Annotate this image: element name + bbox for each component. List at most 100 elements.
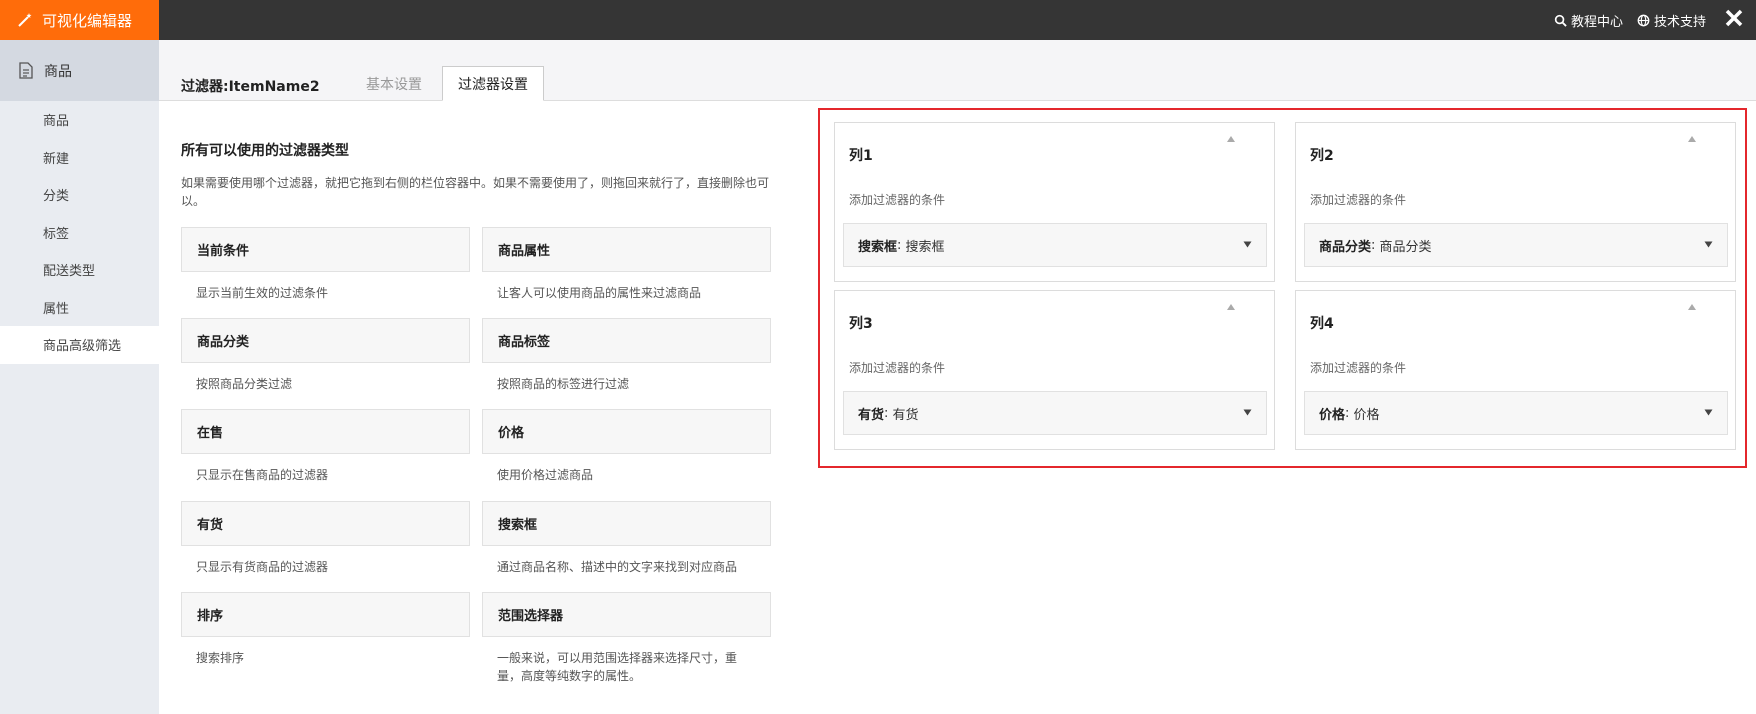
filter-widget-product-category[interactable]: 商品分类 按照商品分类过滤 bbox=[181, 318, 470, 393]
widget-title[interactable]: 商品分类 bbox=[181, 318, 470, 363]
collapse-arrow-icon[interactable] bbox=[1226, 135, 1236, 143]
column-title: 列2 bbox=[1310, 148, 1334, 164]
column-2: 列2 添加过滤器的条件 商品分类: 商品分类 bbox=[1295, 122, 1736, 282]
tutorial-link[interactable]: 教程中心 bbox=[1554, 11, 1623, 30]
columns-container-highlight: 列1 添加过滤器的条件 搜索框: 搜索框 列2 添加过滤器的条件 商品分类: 商… bbox=[818, 108, 1747, 468]
sidebar-item-label: 商品高级筛选 bbox=[43, 339, 122, 355]
separator: : bbox=[897, 237, 906, 253]
widget-description: 按照商品的标签进行过滤 bbox=[497, 377, 630, 391]
separator: : bbox=[1371, 237, 1380, 253]
sidebar-item-products[interactable]: 商品 bbox=[0, 101, 159, 139]
support-link-label: 技术支持 bbox=[1653, 14, 1706, 30]
sidebar-item-label: 分类 bbox=[43, 189, 70, 205]
sidebar-item-tags[interactable]: 标签 bbox=[0, 214, 159, 252]
widget-description: 一般来说，可以用范围选择器来选择尺寸，重量，高度等纯数字的属性。 bbox=[497, 651, 738, 683]
sidebar-item-categories[interactable]: 分类 bbox=[0, 176, 159, 214]
widget-title[interactable]: 当前条件 bbox=[181, 227, 470, 272]
sidebar: 商品 商品 新建 分类 标签 配送类型 属性 商品高级筛选 bbox=[0, 40, 159, 714]
tab-filter-settings[interactable]: 过滤器设置 bbox=[442, 66, 544, 101]
separator: : bbox=[1345, 405, 1354, 421]
column-filter-item[interactable]: 价格: 价格 bbox=[1304, 391, 1728, 435]
filter-widget-on-sale[interactable]: 在售 只显示在售商品的过滤器 bbox=[181, 409, 470, 484]
widget-description: 使用价格过滤商品 bbox=[497, 468, 594, 482]
widget-title[interactable]: 排序 bbox=[181, 592, 470, 637]
filter-widget-product-attributes[interactable]: 商品属性 让客人可以使用商品的属性来过滤商品 bbox=[482, 227, 771, 302]
sidebar-item-label: 标签 bbox=[43, 226, 70, 242]
column-1: 列1 添加过滤器的条件 搜索框: 搜索框 bbox=[834, 122, 1275, 282]
page-title: 过滤器:ItemName2 bbox=[181, 79, 320, 95]
widget-title[interactable]: 在售 bbox=[181, 409, 470, 454]
column-hint: 添加过滤器的条件 bbox=[849, 361, 946, 375]
column-3: 列3 添加过滤器的条件 有货: 有货 bbox=[834, 290, 1275, 450]
collapse-arrow-icon[interactable] bbox=[1687, 303, 1697, 311]
column-4: 列4 添加过滤器的条件 价格: 价格 bbox=[1295, 290, 1736, 450]
sidebar-section-products[interactable]: 商品 bbox=[0, 40, 159, 101]
magic-wand-icon bbox=[18, 13, 32, 27]
chevron-down-icon[interactable] bbox=[1704, 409, 1713, 416]
chevron-down-icon[interactable] bbox=[1243, 409, 1252, 416]
widget-title[interactable]: 商品属性 bbox=[482, 227, 771, 272]
sidebar-item-new[interactable]: 新建 bbox=[0, 139, 159, 177]
sidebar-item-label: 配送类型 bbox=[43, 264, 96, 280]
sidebar-item-advanced-filter[interactable]: 商品高级筛选 bbox=[0, 326, 159, 364]
column-filter-item[interactable]: 商品分类: 商品分类 bbox=[1304, 223, 1728, 267]
widget-description: 搜索排序 bbox=[196, 651, 245, 665]
filter-item-value: 价格 bbox=[1353, 407, 1380, 423]
tab-basic-settings[interactable]: 基本设置 bbox=[351, 66, 437, 101]
sidebar-item-label: 属性 bbox=[43, 301, 70, 317]
filter-widget-in-stock[interactable]: 有货 只显示有货商品的过滤器 bbox=[181, 501, 470, 576]
tab-label: 过滤器设置 bbox=[458, 76, 528, 93]
available-filters-title: 所有可以使用的过滤器类型 bbox=[181, 143, 349, 159]
sidebar-item-label: 新建 bbox=[43, 151, 70, 167]
chevron-down-icon[interactable] bbox=[1243, 241, 1252, 248]
column-hint: 添加过滤器的条件 bbox=[849, 193, 946, 207]
filter-item-value: 搜索框 bbox=[905, 239, 945, 255]
widget-description: 按照商品分类过滤 bbox=[196, 377, 293, 391]
sidebar-item-shipping-types[interactable]: 配送类型 bbox=[0, 251, 159, 289]
widget-title[interactable]: 商品标签 bbox=[482, 318, 771, 363]
column-filter-item[interactable]: 搜索框: 搜索框 bbox=[843, 223, 1267, 267]
support-link[interactable]: 技术支持 bbox=[1637, 11, 1706, 30]
filter-widget-search-box[interactable]: 搜索框 通过商品名称、描述中的文字来找到对应商品 bbox=[482, 501, 771, 576]
column-hint: 添加过滤器的条件 bbox=[1310, 193, 1407, 207]
separator: : bbox=[884, 405, 893, 421]
filter-item-value: 商品分类 bbox=[1379, 239, 1432, 255]
widget-description: 只显示有货商品的过滤器 bbox=[196, 560, 329, 574]
filter-widget-price[interactable]: 价格 使用价格过滤商品 bbox=[482, 409, 771, 484]
app-brand[interactable]: 可视化编辑器 bbox=[0, 0, 159, 40]
sidebar-item-label: 商品 bbox=[43, 114, 70, 130]
sidebar-section-label: 商品 bbox=[44, 63, 72, 80]
column-title: 列4 bbox=[1310, 316, 1334, 332]
column-filter-item[interactable]: 有货: 有货 bbox=[843, 391, 1267, 435]
chevron-down-icon[interactable] bbox=[1704, 241, 1713, 248]
available-filters-description: 如果需要使用哪个过滤器，就把它拖到右侧的栏位容器中。如果不需要使用了，则拖回来就… bbox=[181, 176, 770, 208]
close-icon[interactable] bbox=[1722, 6, 1746, 30]
tab-label: 基本设置 bbox=[366, 76, 422, 93]
collapse-arrow-icon[interactable] bbox=[1226, 303, 1236, 311]
collapse-arrow-icon[interactable] bbox=[1687, 135, 1697, 143]
widget-title[interactable]: 价格 bbox=[482, 409, 771, 454]
document-icon bbox=[19, 62, 33, 79]
widget-description: 让客人可以使用商品的属性来过滤商品 bbox=[497, 286, 702, 300]
widget-description: 通过商品名称、描述中的文字来找到对应商品 bbox=[497, 560, 738, 574]
widget-description: 只显示在售商品的过滤器 bbox=[196, 468, 329, 482]
widget-title[interactable]: 有货 bbox=[181, 501, 470, 546]
filter-widget-range-selector[interactable]: 范围选择器 一般来说，可以用范围选择器来选择尺寸，重量，高度等纯数字的属性。 bbox=[482, 592, 771, 685]
top-links: 教程中心 技术支持 bbox=[1554, 0, 1706, 40]
widget-title[interactable]: 搜索框 bbox=[482, 501, 771, 546]
filter-item-name: 有货 bbox=[858, 407, 885, 423]
column-title: 列3 bbox=[849, 316, 873, 332]
filter-widget-product-tags[interactable]: 商品标签 按照商品的标签进行过滤 bbox=[482, 318, 771, 393]
filter-widget-current-conditions[interactable]: 当前条件 显示当前生效的过滤条件 bbox=[181, 227, 470, 302]
tutorial-link-label: 教程中心 bbox=[1570, 14, 1623, 30]
filter-item-name: 商品分类 bbox=[1319, 239, 1372, 255]
filter-item-name: 搜索框 bbox=[858, 239, 898, 255]
filter-widget-sort[interactable]: 排序 搜索排序 bbox=[181, 592, 470, 667]
column-hint: 添加过滤器的条件 bbox=[1310, 361, 1407, 375]
widget-title[interactable]: 范围选择器 bbox=[482, 592, 771, 637]
sidebar-item-attributes[interactable]: 属性 bbox=[0, 289, 159, 327]
filter-item-name: 价格 bbox=[1319, 407, 1346, 423]
filter-item-value: 有货 bbox=[892, 407, 919, 423]
app-title: 可视化编辑器 bbox=[42, 11, 133, 30]
column-title: 列1 bbox=[849, 148, 873, 164]
